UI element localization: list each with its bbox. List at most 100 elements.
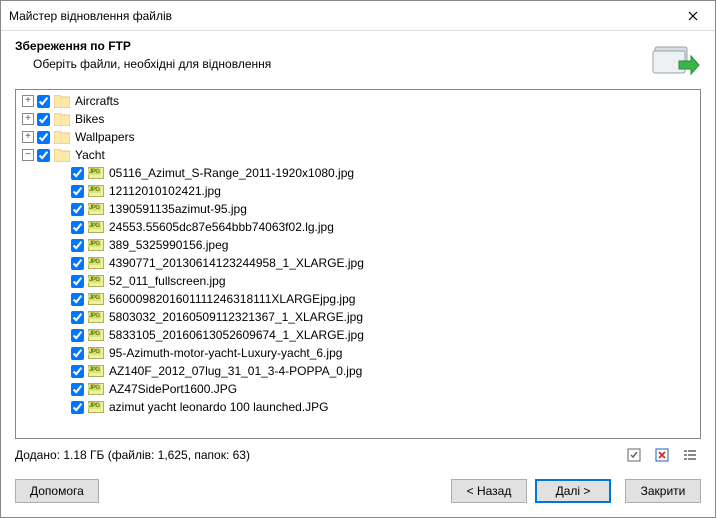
file-checkbox[interactable] [71,329,84,342]
wizard-window: Майстер відновлення файлів Збереження по… [0,0,716,518]
file-checkbox[interactable] [71,275,84,288]
folder-checkbox[interactable] [37,95,50,108]
tree-folder[interactable]: + Wallpapers [16,128,700,146]
check-square-icon [626,447,642,463]
tree-file[interactable]: AZ47SidePort1600.JPG [16,380,700,398]
uncheck-all-button[interactable] [651,445,673,465]
jpg-icon [88,275,104,287]
jpg-icon [88,257,104,269]
file-checkbox[interactable] [71,401,84,414]
tree-file[interactable]: 389_5325990156.jpeg [16,236,700,254]
jpg-icon [88,401,104,413]
file-checkbox[interactable] [71,365,84,378]
tree-file[interactable]: 5803032_20160509112321367_1_XLARGE.jpg [16,308,700,326]
folder-icon [54,149,70,162]
expander-icon[interactable]: − [22,149,34,161]
file-tree: + Aircrafts + Bikes + Wallpapers − Yacht 05116_A… [15,89,701,439]
file-checkbox[interactable] [71,293,84,306]
window-title: Майстер відновлення файлів [9,9,670,23]
jpg-icon [88,239,104,251]
tree-file[interactable]: 5833105_20160613052609674_1_XLARGE.jpg [16,326,700,344]
page-subtitle: Оберіть файли, необхідні для відновлення [15,57,641,71]
file-label: 5600098201601111246318111XLARGEjpg.jpg [109,292,355,306]
tree-file[interactable]: 12112010102421.jpg [16,182,700,200]
folder-label: Bikes [75,112,104,126]
folder-checkbox[interactable] [37,131,50,144]
jpg-icon [88,365,104,377]
content-area: + Aircrafts + Bikes + Wallpapers − Yacht 05116_A… [1,89,715,465]
next-button[interactable]: Далі > [535,479,611,503]
help-button[interactable]: Допомога [15,479,99,503]
tree-file[interactable]: 95-Azimuth-motor-yacht-Luxury-yacht_6.jp… [16,344,700,362]
tree-file[interactable]: 52_011_fullscreen.jpg [16,272,700,290]
folder-icon [54,113,70,126]
folder-checkbox[interactable] [37,113,50,126]
tree-file[interactable]: 24553.55605dc87e564bbb74063f02.lg.jpg [16,218,700,236]
file-label: 5833105_20160613052609674_1_XLARGE.jpg [109,328,364,342]
file-checkbox[interactable] [71,383,84,396]
jpg-icon [88,221,104,233]
file-checkbox[interactable] [71,311,84,324]
jpg-icon [88,383,104,395]
folder-label: Wallpapers [75,130,135,144]
file-label: 24553.55605dc87e564bbb74063f02.lg.jpg [109,220,334,234]
file-label: 4390771_20130614123244958_1_XLARGE.jpg [109,256,364,270]
expander-icon[interactable]: + [22,131,34,143]
jpg-icon [88,167,104,179]
folder-label: Yacht [75,148,105,162]
file-checkbox[interactable] [71,167,84,180]
file-label: AZ47SidePort1600.JPG [109,382,237,396]
file-label: 95-Azimuth-motor-yacht-Luxury-yacht_6.jp… [109,346,342,360]
expander-icon[interactable]: + [22,95,34,107]
cancel-button[interactable]: Закрити [625,479,701,503]
tree-file[interactable]: azimut yacht leonardo 100 launched.JPG [16,398,700,416]
jpg-icon [88,329,104,341]
back-button[interactable]: < Назад [451,479,527,503]
jpg-icon [88,311,104,323]
stats-text: Додано: 1.18 ГБ (файлів: 1,625, папок: 6… [15,448,617,462]
file-checkbox[interactable] [71,185,84,198]
file-label: 389_5325990156.jpeg [109,238,228,252]
folder-icon [54,95,70,108]
header-icon [641,39,701,79]
jpg-icon [88,185,104,197]
tree-file[interactable]: 1390591135azimut-95.jpg [16,200,700,218]
x-square-icon [654,447,670,463]
expander-icon[interactable]: + [22,113,34,125]
jpg-icon [88,203,104,215]
file-checkbox[interactable] [71,221,84,234]
page-title: Збереження по FTP [15,39,641,53]
file-label: 05116_Azimut_S-Range_2011-1920x1080.jpg [109,166,354,180]
folder-icon [54,131,70,144]
folder-checkbox[interactable] [37,149,50,162]
file-label: 1390591135azimut-95.jpg [109,202,247,216]
folder-label: Aircrafts [75,94,119,108]
list-icon [682,447,698,463]
tree-folder[interactable]: + Aircrafts [16,92,700,110]
file-checkbox[interactable] [71,203,84,216]
file-label: 52_011_fullscreen.jpg [109,274,226,288]
file-checkbox[interactable] [71,347,84,360]
check-all-button[interactable] [623,445,645,465]
file-label: azimut yacht leonardo 100 launched.JPG [109,400,328,414]
stats-row: Додано: 1.18 ГБ (файлів: 1,625, папок: 6… [15,439,701,465]
wizard-header: Збереження по FTP Оберіть файли, необхід… [1,31,715,89]
tree-file[interactable]: 5600098201601111246318111XLARGEjpg.jpg [16,290,700,308]
jpg-icon [88,347,104,359]
file-label: 5803032_20160509112321367_1_XLARGE.jpg [109,310,363,324]
tree-folder[interactable]: − Yacht [16,146,700,164]
tree-folder[interactable]: + Bikes [16,110,700,128]
file-label: AZ140F_2012_07lug_31_01_3-4-POPPA_0.jpg [109,364,362,378]
file-label: 12112010102421.jpg [109,184,221,198]
tree-file[interactable]: 05116_Azimut_S-Range_2011-1920x1080.jpg [16,164,700,182]
close-icon [688,11,698,21]
close-button[interactable] [670,1,715,31]
tree-scroll[interactable]: + Aircrafts + Bikes + Wallpapers − Yacht 05116_A… [16,90,700,438]
file-checkbox[interactable] [71,239,84,252]
file-checkbox[interactable] [71,257,84,270]
button-row: Допомога < Назад Далі > Закрити [1,465,715,517]
jpg-icon [88,293,104,305]
tree-file[interactable]: AZ140F_2012_07lug_31_01_3-4-POPPA_0.jpg [16,362,700,380]
tree-file[interactable]: 4390771_20130614123244958_1_XLARGE.jpg [16,254,700,272]
filter-button[interactable] [679,445,701,465]
